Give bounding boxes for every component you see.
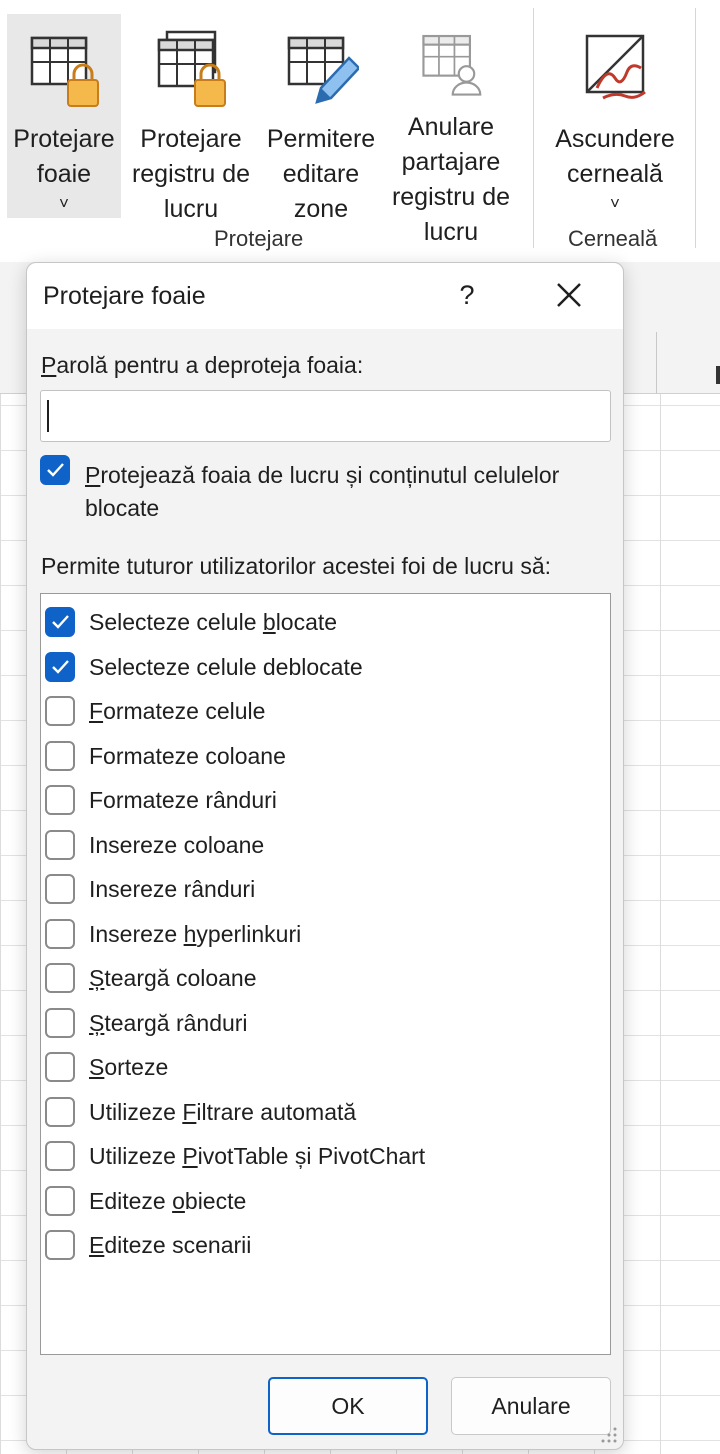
permissions-list[interactable]: Selecteze celule blocate Selecteze celule… [40,593,611,1355]
permission-checkbox[interactable] [45,1141,75,1171]
sheet-person-icon [422,34,482,96]
permission-checkbox[interactable] [45,1185,75,1216]
group-label-protect: Protejare [214,226,304,251]
permission-item[interactable]: Utilizeze PivotTable și PivotChart [41,1133,610,1177]
permission-item[interactable]: Insereze coloane [41,822,610,866]
password-label: Parolă pentru a deproteja foaia: [41,352,364,378]
checkmark-icon [52,659,69,674]
dialog-titlebar: Protejare foaie ? [27,263,623,329]
permission-item[interactable]: Insereze hyperlinkuri [41,911,610,955]
permission-label: Utilizeze Filtrare automată [89,1098,357,1125]
permission-label: Sorteze [89,1054,169,1080]
permission-item[interactable]: Editeze scenarii [41,1222,610,1266]
ink-icon [585,34,646,100]
protect-sheet-label: Protejare foaie [13,125,115,188]
help-button[interactable]: ? [447,275,487,315]
permission-item[interactable]: Formateze celule [41,688,610,732]
permission-label: Insereze hyperlinkuri [89,920,302,947]
permission-item[interactable]: Șteargă coloane [41,955,610,999]
permission-label: Formateze celule [89,698,266,724]
permission-checkbox[interactable] [45,696,75,726]
permission-item[interactable]: Formateze coloane [41,733,610,777]
permission-label: Formateze coloane [89,742,286,769]
checkmark-icon [52,615,69,629]
permission-checkbox[interactable] [45,1007,75,1038]
sheet-edge-marker [716,366,720,384]
permission-label: Insereze coloane [89,831,265,858]
hide-ink-button[interactable]: Ascundere cerneală ˅ [546,14,684,250]
permission-checkbox[interactable] [45,1052,75,1082]
sheet-pencil-icon [287,36,359,104]
ribbon-group-separator [533,8,534,248]
permission-label: Selecteze celule blocate [89,609,338,635]
cancel-button[interactable]: Anulare [451,1377,611,1435]
permission-checkbox[interactable] [45,607,75,637]
protect-contents-label: Protejează foaia de lucru și conținutul … [85,462,560,521]
permission-item[interactable]: Insereze rânduri [41,866,610,910]
unshare-workbook-button[interactable]: Anulare partajare registru de lucru [385,14,517,250]
chevron-down-icon: ˅ [59,194,69,213]
protect-contents-checkbox[interactable] [40,455,70,485]
ok-button[interactable]: OK [268,1377,428,1435]
permission-label: Șteargă rânduri [89,1009,248,1036]
permission-checkbox[interactable] [45,918,75,949]
permission-checkbox[interactable] [45,829,75,860]
dialog-title: Protejare foaie [43,282,206,310]
ribbon-group-separator [695,8,696,248]
close-icon [557,283,581,307]
permission-label: Utilizeze PivotTable și PivotChart [89,1143,426,1169]
permission-label: Insereze rânduri [89,876,256,902]
permission-label: Șteargă coloane [89,965,257,991]
protect-workbook-label: Protejare registru de lucru [131,125,251,223]
permission-checkbox[interactable] [45,740,75,771]
permission-item[interactable]: Șteargă rânduri [41,1000,610,1044]
chevron-down-icon: ˅ [610,194,620,213]
protect-workbook-button[interactable]: Protejare registru de lucru [126,14,256,250]
allow-edit-ranges-label: Permitere editare zone [266,125,376,223]
permission-checkbox[interactable] [45,1230,75,1260]
close-button[interactable] [547,273,591,317]
permission-item[interactable]: Selecteze celule deblocate [41,644,610,688]
permission-checkbox[interactable] [45,651,75,682]
permission-label: Editeze scenarii [89,1232,252,1258]
permission-item[interactable]: Selecteze celule blocate [41,599,610,643]
allow-users-label: Permite tuturor utilizatorilor acestei f… [41,553,552,579]
permission-checkbox[interactable] [45,963,75,993]
checkmark-icon [47,463,64,477]
permission-label: Formateze rânduri [89,787,277,813]
unshare-workbook-label: Anulare partajare registru de lucru [391,113,511,246]
permission-item[interactable]: Sorteze [41,1044,610,1088]
group-label-ink: Cerneală [568,226,658,251]
ribbon: Protejare foaie ˅ Protejare registru de … [0,0,720,262]
workbook-lock-icon [157,30,226,107]
permission-item[interactable]: Utilizeze Filtrare automată [41,1089,610,1133]
resize-grip-icon[interactable] [599,1425,619,1445]
permission-checkbox[interactable] [45,1096,75,1127]
permission-checkbox[interactable] [45,785,75,815]
permission-label: Editeze obiecte [89,1187,247,1214]
sheet-lock-icon [30,36,99,107]
hide-ink-label: Ascundere cerneală [555,125,675,188]
permission-label: Selecteze celule deblocate [89,653,363,680]
permission-item[interactable]: Editeze obiecte [41,1178,610,1222]
allow-edit-ranges-button[interactable]: Permitere editare zone [260,14,382,250]
protect-sheet-dialog: Protejare foaie ? Parolă pentru a deprot… [26,262,624,1450]
protect-sheet-button[interactable]: Protejare foaie ˅ [7,14,121,218]
permission-checkbox[interactable] [45,874,75,904]
permission-item[interactable]: Formateze rânduri [41,777,610,821]
password-input[interactable] [40,390,611,442]
text-caret [47,400,49,432]
